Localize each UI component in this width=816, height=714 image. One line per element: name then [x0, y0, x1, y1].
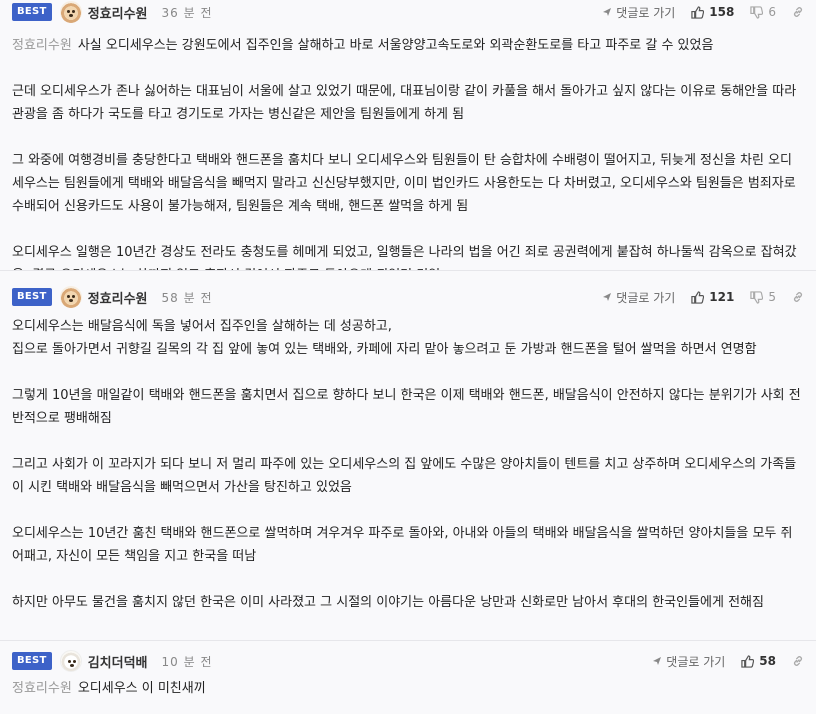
reply-arrow-icon — [653, 657, 662, 665]
thumbs-up-icon — [741, 654, 755, 668]
comment-body: 오디세우스는 배달음식에 독을 넣어서 집주인을 살해하는 데 성공하고, 집으… — [12, 315, 802, 614]
author-nickname[interactable]: 정효리수원 — [88, 3, 148, 22]
link-icon — [793, 656, 803, 666]
reply-arrow-icon — [603, 293, 612, 301]
reply-link[interactable]: 댓글로 가기 — [602, 289, 675, 306]
dislike-count: 5 — [768, 290, 776, 304]
dislike-button[interactable]: 5 — [750, 290, 776, 304]
thumbs-down-icon — [750, 5, 764, 19]
like-button[interactable]: 158 — [691, 5, 734, 19]
comment-body: 정효리수원 사실 오디세우스는 강원도에서 집주인을 살해하고 바로 서울양양고속… — [12, 34, 802, 287]
comment-paragraph: 하지만 아무도 물건을 훔치지 않던 한국은 이미 사라졌고 그 시절의 이야기… — [12, 595, 764, 610]
reply-arrow-icon — [603, 8, 612, 16]
comment-paragraph: 그렇게 10년을 매일같이 택배와 핸드폰을 훔치면서 집으로 향하다 보니 한… — [12, 388, 801, 426]
reply-link-label: 댓글로 가기 — [616, 290, 676, 305]
share-button[interactable] — [792, 6, 804, 18]
like-count: 58 — [759, 654, 776, 668]
comment-header: BEST 김치더덕배 10 분 전 댓글로 가기 58 — [12, 649, 804, 673]
comment-paragraph: 정효리수원 오디세우스 이 미친새끼 — [12, 681, 206, 696]
dislike-button[interactable]: 6 — [750, 5, 776, 19]
reply-link[interactable]: 댓글로 가기 — [652, 653, 725, 670]
like-count: 158 — [709, 5, 735, 19]
comment-item: BEST 김치더덕배 10 분 전 댓글로 가기 58 정효리수원 오디세우스 이… — [0, 641, 816, 714]
best-badge: BEST — [12, 652, 52, 670]
author-nickname[interactable]: 김치더덕배 — [88, 652, 148, 671]
comment-header: BEST 정효리수원 58 분 전 댓글로 가기 121 5 — [12, 285, 804, 309]
avatar[interactable] — [59, 1, 82, 23]
comment-time: 10 분 전 — [161, 654, 213, 669]
quoted-user[interactable]: 정효리수원 — [12, 681, 72, 696]
comment-paragraph: 그 와중에 여행경비를 충당한다고 택배와 핸드폰을 훔치다 보니 오디세우스와… — [12, 153, 796, 214]
dislike-count: 6 — [768, 5, 776, 19]
comment-paragraph: 그리고 사회가 이 꼬라지가 되다 보니 저 멀리 파주에 있는 오디세우스의 … — [12, 457, 797, 495]
reply-link-label: 댓글로 가기 — [666, 654, 726, 669]
comment-paragraph: 오디세우스는 10년간 훔친 택배와 핸드폰으로 쌀먹하며 겨우겨우 파주로 돌… — [12, 526, 793, 564]
reply-link-label: 댓글로 가기 — [616, 5, 676, 20]
comment-header: BEST 정효리수원 36 분 전 댓글로 가기 158 6 — [12, 0, 804, 24]
quoted-user[interactable]: 정효리수원 — [12, 38, 72, 53]
comment-paragraph: 근데 오디세우스가 존나 싫어하는 대표님이 서울에 살고 있었기 때문에, 대… — [12, 84, 797, 122]
link-icon — [793, 7, 803, 17]
comment-item: BEST 정효리수원 58 분 전 댓글로 가기 121 5 오디세우스는 배달… — [0, 271, 816, 640]
link-icon — [793, 292, 803, 302]
thumbs-up-icon — [691, 5, 705, 19]
comment-time: 36 분 전 — [161, 5, 213, 20]
reply-link[interactable]: 댓글로 가기 — [602, 4, 675, 21]
comment-actions: 댓글로 가기 121 5 — [586, 285, 804, 309]
comment-time: 58 분 전 — [161, 290, 213, 305]
like-button[interactable]: 58 — [741, 654, 776, 668]
thumbs-up-icon — [691, 290, 705, 304]
like-button[interactable]: 121 — [691, 290, 734, 304]
comment-item: BEST 정효리수원 36 분 전 댓글로 가기 158 6 정효리수원 사실 오… — [0, 0, 816, 283]
comment-actions: 댓글로 가기 158 6 — [586, 0, 804, 24]
comment-paragraph: 정효리수원 사실 오디세우스는 강원도에서 집주인을 살해하고 바로 서울양양고속… — [12, 38, 714, 53]
avatar[interactable] — [59, 286, 82, 308]
share-button[interactable] — [792, 655, 804, 667]
comment-actions: 댓글로 가기 58 — [636, 649, 804, 673]
comment-body: 정효리수원 오디세우스 이 미친새끼 — [12, 677, 802, 700]
like-count: 121 — [709, 290, 735, 304]
comment-paragraph: 오디세우스는 배달음식에 독을 넣어서 집주인을 살해하는 데 성공하고, 집으… — [12, 319, 757, 357]
author-nickname[interactable]: 정효리수원 — [88, 288, 148, 307]
best-badge: BEST — [12, 3, 52, 21]
best-badge: BEST — [12, 288, 52, 306]
thumbs-down-icon — [750, 290, 764, 304]
avatar[interactable] — [59, 650, 82, 672]
share-button[interactable] — [792, 291, 804, 303]
